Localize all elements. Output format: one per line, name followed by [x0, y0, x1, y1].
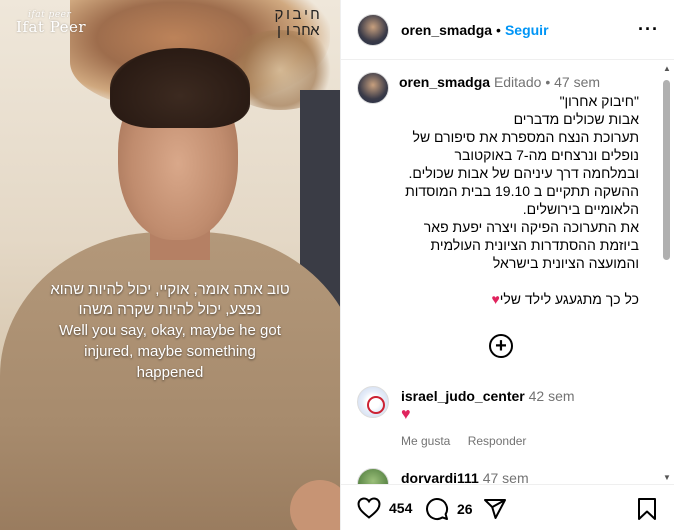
caption-line-text: כל כך מתגעגע לילד שלי [499, 291, 639, 307]
avatar[interactable] [357, 13, 389, 46]
post-media[interactable]: ifat peer Ifat Peer חיבוק אחרון טוב אתה … [0, 0, 340, 530]
caption-text: "חיבוק אחרון" אבות שכולים מדברים תערוכת … [357, 92, 639, 308]
action-bar: 454 26 [341, 484, 674, 530]
comment-action: 26 [425, 497, 473, 521]
caption-line [357, 272, 639, 290]
subtitles: טוב אתה אומר, אוקיי, יכול להיות שהוא נפצ… [0, 280, 340, 383]
like-action: 454 [357, 497, 412, 519]
follow-button[interactable]: Seguir [505, 22, 549, 38]
bookmark-icon[interactable] [637, 497, 657, 521]
scroll-down-icon[interactable]: ▼ [663, 473, 671, 482]
caption-line: והמועצה הציונית בישראל [492, 255, 639, 271]
comments-scroll-area[interactable]: oren_smadga Editado • 47 sem "חיבוק אחרו… [341, 60, 674, 484]
person-hair [110, 48, 250, 128]
subtitle-en-line-1: Well you say, okay, maybe he got [59, 322, 281, 339]
comment-meta: dorvardi111 47 sem [401, 470, 529, 484]
subtitle-he-line-2: נפצע, יכול להיות שקרה משהו [78, 301, 262, 318]
header-username[interactable]: oren_smadga [401, 22, 492, 38]
scrollbar-thumb[interactable] [663, 80, 670, 260]
comment-count[interactable]: 26 [457, 501, 473, 517]
share-action [483, 497, 507, 521]
heart-icon: ♥ [491, 291, 500, 307]
post-header: oren_smadga • Seguir ··· [341, 0, 674, 60]
caption-time[interactable]: 47 sem [554, 74, 600, 90]
comment-text: ♥ [401, 406, 411, 423]
caption-line: ביוזמת ההסתדרות הציונית העולמית [430, 237, 639, 253]
scroll-up-icon[interactable]: ▲ [663, 64, 671, 73]
caption-line: ההשקה תתקיים ב 19.10 בבית המוסדות [405, 183, 639, 199]
watermark-signature: ifat peer [28, 10, 72, 20]
comment-like-button[interactable]: Me gusta [401, 434, 450, 448]
comment-avatar[interactable] [357, 386, 389, 418]
subtitle-he-line-1: טוב אתה אומר, אוקיי, יכול להיות שהוא [50, 281, 290, 298]
video-title: חיבוק אחרון [266, 6, 328, 38]
post-panel: oren_smadga • Seguir ··· oren_smadga Edi… [340, 0, 674, 530]
video-title-line-1: חיבוק [274, 5, 320, 23]
caption-line: את התערוכה הפיקה ויצרה יפעת פאר [423, 219, 639, 235]
caption-line-last: כל כך מתגעגע לילד שלי♥ [357, 290, 639, 308]
caption-line: תערוכת הנצח המספרת את סיפורם של [412, 129, 639, 145]
separator-dot: • [545, 74, 551, 90]
more-options-icon[interactable]: ··· [638, 20, 659, 38]
comment-time[interactable]: 42 sem [529, 388, 575, 404]
caption-line: אבות שכולים מדברים [513, 111, 639, 127]
caption-line: נופלים ונרצחים מה-7 באוקטובר [454, 147, 639, 163]
watermark: ifat peer Ifat Peer [16, 10, 86, 36]
edited-label: Editado [493, 74, 542, 90]
save-action [637, 497, 657, 521]
comment-time[interactable]: 47 sem [483, 470, 529, 484]
subtitle-en-line-2: injured, maybe something [84, 343, 256, 360]
caption-line: "חיבוק אחרון" [559, 93, 639, 109]
comment-actions: Me gusta Responder [401, 434, 540, 448]
caption-line: הלאומיים בירושלים. [522, 201, 639, 217]
watermark-text: Ifat Peer [16, 18, 87, 36]
comment-username[interactable]: israel_judo_center [401, 388, 525, 404]
load-more-comments-icon[interactable]: + [489, 334, 513, 358]
comment-reply-button[interactable]: Responder [468, 434, 527, 448]
like-count[interactable]: 454 [389, 500, 412, 516]
caption-meta: oren_smadga Editado • 47 sem [399, 74, 600, 90]
comment-meta: israel_judo_center 42 sem [401, 388, 575, 404]
comment-username[interactable]: dorvardi111 [401, 470, 479, 484]
heart-icon[interactable] [357, 497, 381, 519]
scrollbar[interactable]: ▲ ▼ [662, 64, 672, 482]
caption-line: ובמלחמה דרך עיניהם של אבות שכולים. [408, 165, 639, 181]
subtitle-en-line-3: happened [136, 364, 204, 381]
caption-username[interactable]: oren_smadga [399, 74, 490, 90]
separator-dot: • [496, 21, 501, 38]
share-icon[interactable] [483, 497, 507, 521]
comment-avatar[interactable] [357, 468, 389, 484]
video-title-line-2: אחרון [274, 21, 320, 39]
comment-icon[interactable] [425, 497, 449, 521]
